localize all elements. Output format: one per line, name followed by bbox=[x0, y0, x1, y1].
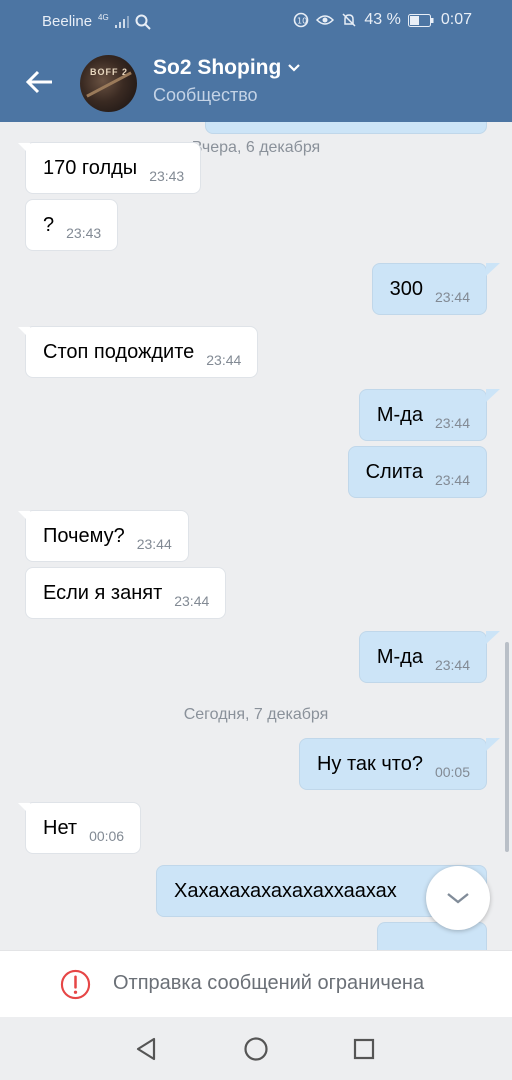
nav-back-icon[interactable] bbox=[132, 1035, 160, 1063]
message-bubble[interactable]: Если я занят 23:44 bbox=[25, 567, 227, 619]
message-text: М-да bbox=[376, 403, 423, 426]
message-text: Стоп подождите bbox=[43, 340, 195, 363]
svg-text:10: 10 bbox=[297, 17, 307, 26]
chevron-down-icon bbox=[288, 64, 301, 72]
restriction-notice: Отправка сообщений ограничена bbox=[0, 950, 512, 1018]
message-list[interactable]: Вчера, 6 декабря 170 голды 23:43 ? 23:43… bbox=[0, 122, 512, 950]
bubble-tail bbox=[18, 803, 30, 815]
scroll-down-button[interactable] bbox=[426, 866, 490, 930]
message-time: 00:05 bbox=[434, 764, 470, 780]
message-text: 170 голды bbox=[43, 156, 138, 179]
system-nav-bar bbox=[0, 1017, 512, 1080]
message-bubble[interactable]: 170 голды 23:43 bbox=[18, 142, 202, 194]
chat-title[interactable]: So2 Shoping bbox=[153, 56, 301, 80]
message-text: Нет bbox=[43, 816, 78, 839]
message-text: М-да bbox=[376, 645, 423, 668]
mute-bell-icon bbox=[342, 13, 356, 27]
status-right: 10 43 % 0:07 bbox=[293, 11, 472, 29]
scroll-down-icon bbox=[447, 893, 469, 904]
message-time: 00:06 bbox=[89, 828, 125, 844]
scrollbar[interactable] bbox=[505, 642, 509, 852]
status-left: Beeline 4G bbox=[42, 13, 151, 30]
search-icon bbox=[135, 14, 151, 30]
message-text: Почему? bbox=[43, 524, 125, 547]
message-bubble[interactable]: Нет 00:06 bbox=[18, 802, 142, 854]
message-time: 23:44 bbox=[434, 289, 470, 305]
message-bubble[interactable]: ? 23:43 bbox=[25, 199, 119, 251]
chat-title-text: So2 Shoping bbox=[153, 56, 282, 79]
message-bubble[interactable]: Почему? 23:44 bbox=[18, 510, 189, 562]
data-saver-icon: 10 bbox=[294, 12, 309, 28]
signal-icon bbox=[114, 15, 129, 28]
bubble-tail bbox=[18, 327, 30, 339]
message-text: Если я занят bbox=[43, 581, 163, 604]
message-time: 23:44 bbox=[434, 472, 470, 488]
bubble-tail bbox=[486, 738, 500, 751]
message-bubble-partial[interactable] bbox=[205, 122, 487, 134]
network-label: 4G bbox=[98, 13, 109, 22]
message-bubble[interactable]: 300 23:44 bbox=[371, 263, 500, 315]
date-separator: Сегодня, 7 декабря bbox=[183, 706, 329, 723]
message-bubble[interactable]: М-да 23:44 bbox=[358, 389, 500, 441]
message-text: 300 bbox=[389, 277, 423, 300]
nav-home-icon[interactable] bbox=[242, 1035, 270, 1063]
battery-percent: 43 % bbox=[364, 11, 401, 28]
message-text: ? bbox=[43, 213, 55, 236]
message-time: 23:44 bbox=[206, 352, 242, 368]
bubble-tail bbox=[18, 143, 30, 155]
chat-header: BOFF 2 So2 Shoping Сообщество bbox=[0, 44, 512, 122]
carrier-label: Beeline bbox=[42, 13, 93, 30]
message-time: 23:43 bbox=[149, 168, 185, 184]
message-time: 23:44 bbox=[174, 593, 210, 609]
message-text: Ну так что? bbox=[316, 752, 423, 775]
bubble-tail bbox=[486, 865, 487, 878]
battery-icon bbox=[407, 13, 434, 27]
message-text: Слита bbox=[365, 460, 423, 483]
message-time: 23:44 bbox=[434, 657, 470, 673]
bubble-tail bbox=[18, 511, 30, 523]
message-time: 23:44 bbox=[136, 536, 172, 552]
chat-subtitle: Сообщество bbox=[153, 85, 258, 105]
clock: 0:07 bbox=[440, 11, 472, 28]
message-bubble[interactable]: М-да 23:44 bbox=[358, 631, 500, 683]
eye-icon bbox=[316, 15, 335, 25]
status-bar: Beeline 4G 10 43 % 0:07 bbox=[0, 0, 512, 44]
message-time: 23:43 bbox=[66, 225, 102, 241]
bubble-tail bbox=[486, 389, 500, 402]
message-bubble[interactable]: Слита 23:44 bbox=[347, 446, 487, 498]
bubble-tail bbox=[486, 631, 500, 644]
nav-recents-icon[interactable] bbox=[350, 1035, 378, 1063]
avatar[interactable]: BOFF 2 bbox=[80, 55, 137, 112]
message-time: 23:44 bbox=[434, 415, 470, 431]
notice-text: Отправка сообщений ограничена bbox=[113, 972, 425, 994]
message-bubble[interactable]: Стоп подождите 23:44 bbox=[18, 326, 259, 378]
back-arrow-icon[interactable] bbox=[22, 64, 58, 100]
bubble-tail bbox=[486, 263, 500, 276]
warning-icon bbox=[60, 969, 91, 1000]
message-text: Хахахахахахахаххаахах bbox=[174, 879, 397, 902]
message-bubble[interactable]: Ну так что? 00:05 bbox=[298, 738, 500, 790]
